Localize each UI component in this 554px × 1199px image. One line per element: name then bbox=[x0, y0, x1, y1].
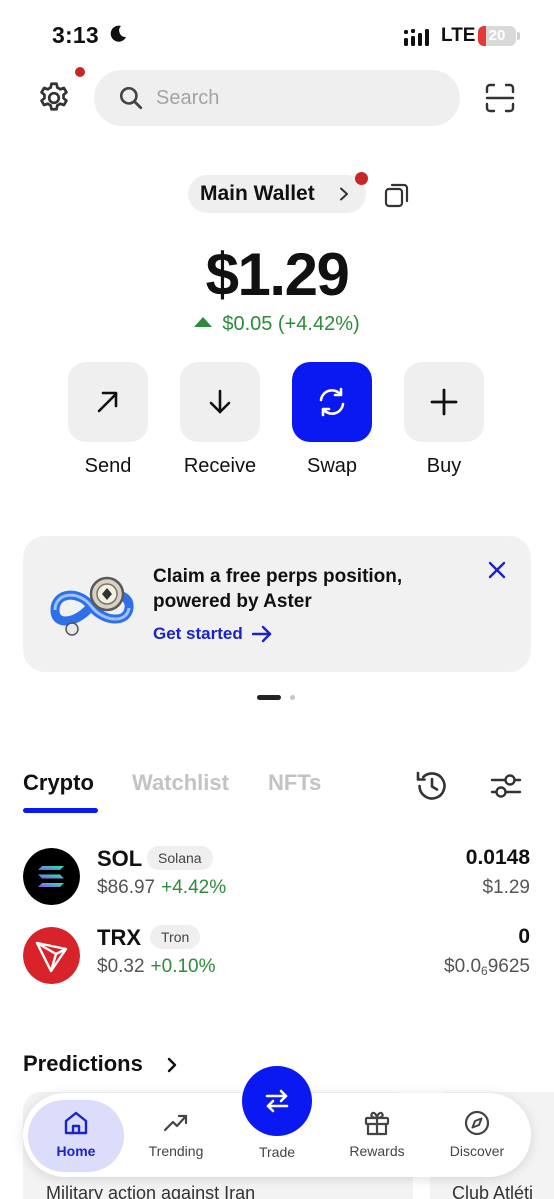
battery-icon: 20 bbox=[478, 26, 516, 46]
copy-icon[interactable] bbox=[384, 182, 410, 208]
chevron-right-icon bbox=[340, 187, 348, 201]
asset-symbol: TRX bbox=[97, 925, 141, 950]
send-button[interactable]: Send bbox=[68, 362, 148, 478]
close-icon[interactable] bbox=[487, 560, 507, 580]
filter-sliders-icon[interactable] bbox=[490, 771, 522, 801]
nav-home[interactable]: Home bbox=[28, 1100, 124, 1172]
nav-trending[interactable]: Trending bbox=[128, 1100, 224, 1172]
asset-network-badge: Tron bbox=[150, 925, 201, 949]
asset-value-prefix: $0.0 bbox=[444, 956, 482, 977]
notification-dot bbox=[75, 67, 85, 77]
tab-crypto[interactable]: Crypto bbox=[23, 770, 94, 796]
compass-icon bbox=[464, 1110, 490, 1136]
asset-row-trx[interactable]: TRX Tron $0.32 +0.10% 0 $0.069625 bbox=[0, 925, 554, 989]
tab-watchlist[interactable]: Watchlist bbox=[132, 770, 229, 796]
asset-row-sol[interactable]: SOL Solana $86.97 +4.42% 0.0148 $1.29 bbox=[0, 846, 554, 910]
aster-infinity-icon bbox=[50, 576, 134, 636]
buy-button[interactable]: Buy bbox=[404, 362, 484, 478]
history-icon[interactable] bbox=[414, 768, 450, 804]
asset-value-suffix: 9625 bbox=[487, 956, 530, 977]
trade-button[interactable] bbox=[242, 1066, 312, 1136]
search-input[interactable] bbox=[156, 84, 436, 112]
nav-rewards[interactable]: Rewards bbox=[329, 1100, 425, 1172]
balance-change: $0.05 (+4.42%) bbox=[0, 313, 554, 336]
asset-price-value: $0.32 bbox=[97, 956, 145, 977]
swap-tile[interactable] bbox=[292, 362, 372, 442]
solana-logo-icon bbox=[23, 848, 80, 905]
asset-price-value: $86.97 bbox=[97, 877, 156, 898]
asset-value-zero-count: 6 bbox=[481, 964, 488, 978]
nav-label: Trending bbox=[148, 1143, 204, 1159]
moon-icon bbox=[110, 25, 126, 42]
promo-title: Claim a free perps position, powered by … bbox=[153, 566, 403, 612]
battery-level: 20 bbox=[488, 27, 506, 44]
predictions-title[interactable]: Predictions bbox=[23, 1051, 143, 1077]
nav-label: Home bbox=[56, 1143, 96, 1159]
tron-logo-icon bbox=[23, 927, 80, 984]
plus-icon bbox=[430, 388, 458, 416]
search-bar[interactable] bbox=[94, 70, 460, 126]
receive-tile[interactable] bbox=[180, 362, 260, 442]
send-tile[interactable] bbox=[68, 362, 148, 442]
send-label: Send bbox=[84, 455, 132, 477]
chevron-right-icon[interactable] bbox=[166, 1057, 178, 1073]
scan-qr-icon[interactable] bbox=[484, 82, 516, 114]
gift-icon bbox=[364, 1111, 390, 1136]
trade-arrows-icon bbox=[265, 1089, 289, 1113]
battery-nub bbox=[517, 32, 520, 40]
asset-value: $1.29 bbox=[482, 877, 530, 898]
asset-symbol: SOL bbox=[97, 846, 143, 871]
receive-button[interactable]: Receive bbox=[180, 362, 260, 478]
arrow-down-icon bbox=[209, 389, 231, 414]
network-type: LTE bbox=[441, 25, 476, 46]
swap-label: Swap bbox=[306, 455, 358, 477]
get-started-link[interactable]: Get started bbox=[153, 624, 243, 644]
asset-price: $0.32 +0.10% bbox=[97, 956, 216, 978]
signal-icon bbox=[404, 29, 429, 46]
prediction-card-title: Club Atléti bbox=[452, 1183, 534, 1199]
buy-label: Buy bbox=[426, 455, 462, 477]
asset-price-change: +4.42% bbox=[161, 877, 227, 898]
arrow-up-right-icon bbox=[97, 391, 118, 413]
triangle-up-icon bbox=[194, 317, 213, 327]
receive-label: Receive bbox=[183, 455, 257, 477]
buy-tile[interactable] bbox=[404, 362, 484, 442]
asset-network-badge: Solana bbox=[147, 846, 213, 870]
settings-gear-icon[interactable] bbox=[36, 80, 72, 116]
swap-icon bbox=[319, 387, 345, 417]
home-icon bbox=[64, 1111, 88, 1135]
balance-change-value: $0.05 (+4.42%) bbox=[222, 313, 360, 335]
nav-label: Discover bbox=[449, 1143, 505, 1159]
asset-price: $86.97 +4.42% bbox=[97, 877, 226, 899]
asset-price-change: +0.10% bbox=[150, 956, 216, 977]
status-bar: 3:13 LTE 20 bbox=[0, 0, 554, 70]
wallet-notification-dot bbox=[355, 172, 368, 185]
trending-up-icon bbox=[163, 1114, 188, 1132]
search-icon bbox=[119, 86, 143, 110]
swap-button[interactable]: Swap bbox=[292, 362, 372, 478]
status-time: 3:13 bbox=[52, 22, 99, 48]
tab-nfts[interactable]: NFTs bbox=[268, 770, 321, 796]
asset-value: $0.069625 bbox=[444, 956, 530, 978]
arrow-right-icon[interactable] bbox=[251, 624, 273, 644]
prediction-card-title: Military action against Iran bbox=[46, 1183, 256, 1199]
promo-card[interactable]: Claim a free perps position, powered by … bbox=[23, 536, 531, 672]
active-tab-indicator bbox=[23, 808, 98, 813]
wallet-name: Main Wallet bbox=[200, 182, 315, 205]
nav-label-trade[interactable]: Trade bbox=[232, 1144, 322, 1160]
nav-discover[interactable]: Discover bbox=[429, 1100, 525, 1172]
wallet-balance: $1.29 bbox=[205, 241, 350, 308]
asset-amount: 0.0148 bbox=[465, 846, 530, 869]
wallet-selector[interactable]: Main Wallet bbox=[188, 175, 366, 213]
nav-label: Rewards bbox=[349, 1143, 405, 1159]
pager-dot-active[interactable] bbox=[257, 695, 281, 700]
asset-amount: 0 bbox=[518, 925, 530, 948]
pager-dot[interactable] bbox=[290, 695, 295, 700]
